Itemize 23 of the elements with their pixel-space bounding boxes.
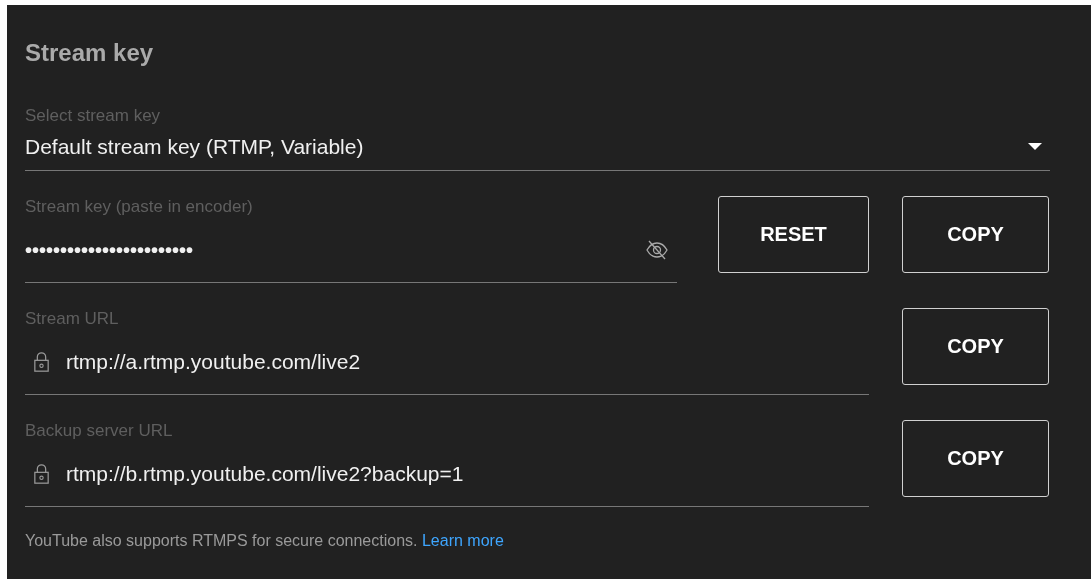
copy-button[interactable]: COPY (902, 308, 1049, 385)
copy-button[interactable]: COPY (902, 196, 1049, 273)
field-value: rtmp://a.rtmp.youtube.com/live2 (66, 350, 362, 374)
dropdown-field[interactable]: Select stream key Default stream key (RTMP, Variable) (25, 105, 1050, 171)
section-heading: Stream key (25, 39, 155, 67)
text-field[interactable]: Stream URL rtmp://a.rtmp.youtube.com/live2 (25, 308, 869, 395)
reset-button[interactable]: RESET (718, 196, 869, 273)
field-label: Backup server URL (25, 420, 174, 442)
text-field[interactable]: Stream key (paste in encoder) •••••••••••••••••••••••• (25, 196, 677, 283)
dropdown-caret-icon[interactable] (1028, 143, 1042, 150)
learn-more-link[interactable]: Learn more (421, 532, 504, 549)
help-sentence: YouTube also supports RTMPS for secure connections. (25, 532, 418, 549)
lock-icon (33, 464, 50, 484)
copy-button[interactable]: COPY (902, 420, 1049, 497)
field-value: rtmp://b.rtmp.youtube.com/live2?backup=1 (66, 462, 465, 486)
field-value: Default stream key (RTMP, Variable) (25, 134, 365, 159)
field-label: Stream key (paste in encoder) (25, 196, 254, 218)
field-value: •••••••••••••••••••••••• (25, 238, 195, 262)
field-label: Stream URL (25, 308, 120, 330)
eye-off-icon[interactable] (645, 238, 669, 262)
field-label: Select stream key (25, 105, 162, 127)
lock-icon (33, 352, 50, 372)
text-field[interactable]: Backup server URL rtmp://b.rtmp.youtube.com/live2?backup=1 (25, 420, 869, 507)
